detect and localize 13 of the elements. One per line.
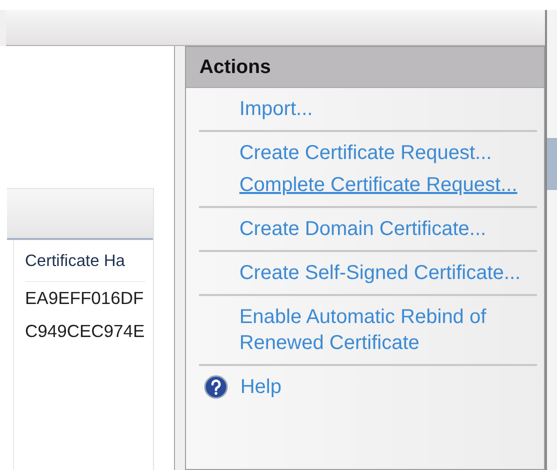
table-cell: EA9EFF016DF [25,288,144,309]
help-icon[interactable] [204,375,228,399]
action-link[interactable]: Import... [239,96,313,122]
help-link[interactable]: Help [240,374,282,400]
column-header[interactable]: Certificate Ha [25,240,145,282]
action-link[interactable]: Create Self-Signed Certificate... [239,260,521,286]
action-link[interactable]: Complete Certificate Request... [239,172,518,198]
scrollbar[interactable] [545,10,557,470]
table-cell: C949CEC974E [25,321,145,342]
action-link[interactable]: Create Domain Certificate... [239,216,486,242]
actions-title: Actions [186,47,544,88]
action-link[interactable]: Enable Automatic Rebind of Renewed Certificate [239,304,537,356]
action-link[interactable]: Create Certificate Request... [239,140,492,166]
